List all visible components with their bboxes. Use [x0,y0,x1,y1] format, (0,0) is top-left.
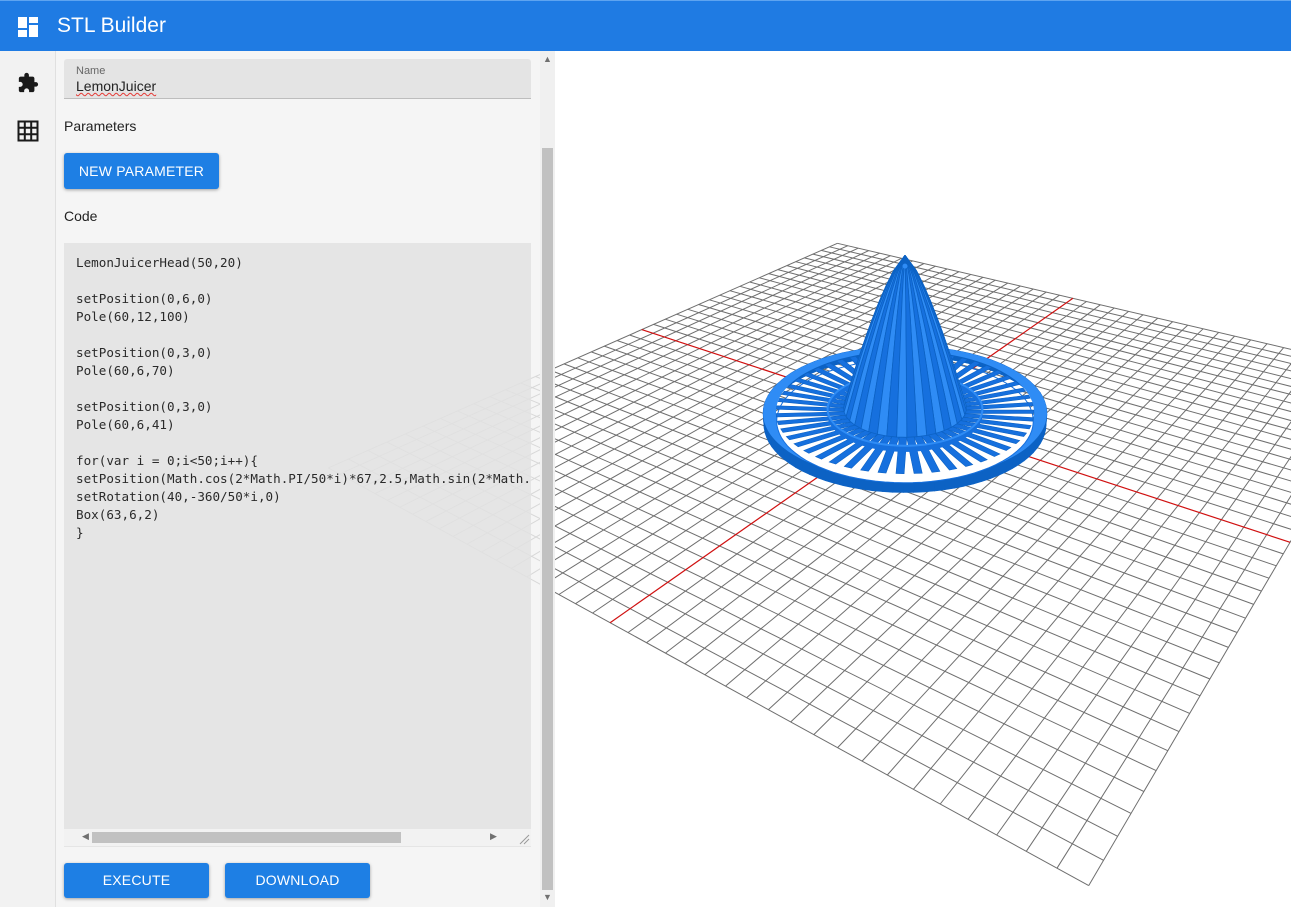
name-label: Name [76,65,106,77]
scroll-up-icon[interactable]: ▲ [543,54,552,64]
scroll-right-icon[interactable]: ▶ [490,831,497,842]
grid-icon[interactable] [17,120,39,142]
download-button[interactable]: DOWNLOAD [225,863,370,898]
name-input[interactable]: LemonJuicer [76,78,156,94]
new-parameter-button[interactable]: NEW PARAMETER [64,153,219,189]
code-line: LemonJuicerHead(50,20) [76,255,243,270]
cone-tip [902,263,908,269]
scroll-left-icon[interactable]: ◀ [82,831,89,842]
code-line: Pole(60,6,41) [76,417,175,432]
code-line: Box(63,6,2) [76,507,160,522]
parameters-heading: Parameters [64,118,137,134]
code-line: setPosition(Math.cos(2*Math.PI/50*i)*67,… [76,471,531,486]
code-line: Pole(60,6,70) [76,363,175,378]
editor-panel: Name LemonJuicer Parameters NEW PARAMETE… [56,51,540,907]
puzzle-icon[interactable] [17,72,39,94]
code-line: setRotation(40,-360/50*i,0) [76,489,281,504]
code-line: setPosition(0,3,0) [76,345,213,360]
scrollbar-thumb[interactable] [542,148,553,890]
code-horizontal-scrollbar[interactable]: ◀ ▶ [64,829,515,846]
lemon-juicer-model [762,254,1048,493]
grid-line [1088,539,1291,886]
app-title: STL Builder [57,14,166,37]
code-heading: Code [64,208,98,224]
navigation-rail [0,51,56,907]
name-field[interactable]: Name LemonJuicer [64,59,531,99]
code-line: } [76,525,84,540]
code-editor[interactable]: LemonJuicerHead(50,20) setPosition(0,6,0… [64,243,531,847]
scroll-down-icon[interactable]: ▼ [543,892,552,902]
code-line: setPosition(0,6,0) [76,291,213,306]
code-line: Pole(60,12,100) [76,309,190,324]
code-line: setPosition(0,3,0) [76,399,213,414]
app-bar: STL Builder [0,0,1291,51]
code-line: for(var i = 0;i<50;i++){ [76,453,258,468]
execute-button[interactable]: EXECUTE [64,863,209,898]
dashboard-icon[interactable] [18,17,38,37]
resize-grip-icon[interactable] [515,829,531,846]
panel-vertical-scrollbar[interactable]: ▲ ▼ [540,51,555,907]
scrollbar-thumb[interactable] [92,832,401,843]
